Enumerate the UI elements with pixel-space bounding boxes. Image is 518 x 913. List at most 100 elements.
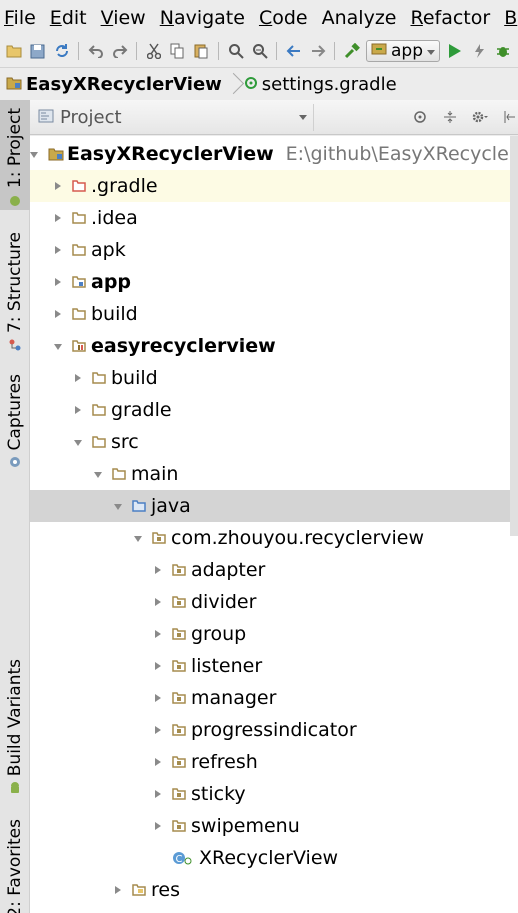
tab-project-label: 1: Project: [5, 108, 25, 189]
tree-node-idea[interactable]: .idea: [30, 202, 518, 234]
tree-node-swipemenu[interactable]: swipemenu: [30, 810, 518, 842]
project-view-icon: [38, 107, 54, 128]
tree-node-src[interactable]: src: [30, 426, 518, 458]
tree-node-gradle[interactable]: gradle: [30, 394, 518, 426]
tree-node-java[interactable]: java: [30, 490, 518, 522]
replace-icon[interactable]: [250, 42, 269, 61]
cut-icon[interactable]: [144, 42, 163, 61]
folder-icon: [92, 436, 106, 448]
package-icon: [172, 564, 186, 576]
breadcrumb-file[interactable]: settings.gradle: [244, 74, 403, 95]
chevron-down-icon[interactable]: [114, 502, 122, 510]
toolbar-separator: [218, 42, 219, 60]
menu-code[interactable]: Code: [259, 7, 308, 29]
find-icon[interactable]: [226, 42, 245, 61]
tree-node-com-zhouyou-recyclerview[interactable]: com.zhouyou.recyclerview: [30, 522, 518, 554]
chevron-right-icon[interactable]: [154, 694, 162, 702]
redo-icon[interactable]: [110, 42, 129, 61]
breadcrumb: EasyXRecyclerView settings.gradle: [0, 67, 518, 100]
tree-node-build[interactable]: build: [30, 298, 518, 330]
tree-node-app[interactable]: app: [30, 266, 518, 298]
tree-node-sticky[interactable]: sticky: [30, 778, 518, 810]
tab-favorites[interactable]: 2: Favorites: [0, 815, 30, 913]
tree-node-apk[interactable]: apk: [30, 234, 518, 266]
chevron-right-icon[interactable]: [54, 310, 62, 318]
view-mode-select[interactable]: Project: [36, 103, 314, 131]
tab-build-variants[interactable]: Build Variants: [0, 655, 30, 800]
chevron-right-icon[interactable]: [54, 182, 62, 190]
chevron-right-icon[interactable]: [74, 406, 82, 414]
chevron-down-icon[interactable]: [30, 150, 38, 158]
save-icon[interactable]: [28, 42, 47, 61]
tree-node-res[interactable]: res: [30, 874, 518, 906]
chevron-down-icon[interactable]: [74, 438, 82, 446]
menu-refactor[interactable]: Refactor: [410, 7, 490, 29]
forward-icon[interactable]: [308, 42, 327, 61]
tree-node-main[interactable]: main: [30, 458, 518, 490]
package-icon: [172, 820, 186, 832]
chevron-right-icon[interactable]: [154, 630, 162, 638]
tree-node-build[interactable]: build: [30, 362, 518, 394]
tab-structure-label: 7: Structure: [5, 232, 25, 334]
tree-node-listener[interactable]: listener: [30, 650, 518, 682]
chevron-right-icon[interactable]: [74, 374, 82, 382]
tree-node-progressindicator[interactable]: progressindicator: [30, 714, 518, 746]
build-icon[interactable]: [342, 42, 361, 61]
menu-file[interactable]: File: [4, 7, 36, 29]
chevron-right-icon[interactable]: [54, 246, 62, 254]
tab-structure[interactable]: 7: Structure: [0, 218, 30, 358]
chevron-down-icon[interactable]: [54, 342, 62, 350]
chevron-right-icon[interactable]: [154, 566, 162, 574]
tab-captures[interactable]: Captures: [0, 370, 30, 480]
run-config-label: app: [391, 41, 423, 61]
menu-navigate[interactable]: Navigate: [160, 7, 245, 29]
sync-icon[interactable]: [52, 42, 71, 61]
structure-icon: [8, 337, 22, 351]
tree-root[interactable]: EasyXRecyclerView E:\github\EasyXRecycle…: [30, 138, 518, 170]
tree-root-path: E:\github\EasyXRecyclerV: [285, 143, 518, 165]
tree-node-easyrecyclerview[interactable]: easyrecyclerview: [30, 330, 518, 362]
collapse-all-icon[interactable]: [442, 109, 458, 125]
scrollbar[interactable]: [510, 136, 518, 536]
locate-icon[interactable]: [412, 109, 428, 125]
chevron-right-icon[interactable]: [154, 598, 162, 606]
run-icon[interactable]: [445, 42, 464, 61]
menu-bar: File Edit View Navigate Code Analyze Ref…: [0, 0, 518, 35]
menu-build[interactable]: Bu: [504, 7, 518, 29]
attach-icon[interactable]: [493, 42, 512, 61]
tree-node-group[interactable]: group: [30, 618, 518, 650]
toolbar-separator: [136, 42, 137, 60]
tree-node-gradle[interactable]: .gradle: [30, 170, 518, 202]
chevron-right-icon[interactable]: [54, 214, 62, 222]
tree-node-xrecyclerview[interactable]: C XRecyclerView: [30, 842, 518, 874]
tree-node-divider[interactable]: divider: [30, 586, 518, 618]
tab-project[interactable]: 1: Project: [0, 100, 30, 210]
chevron-right-icon[interactable]: [154, 758, 162, 766]
chevron-down-icon[interactable]: [94, 470, 102, 478]
chevron-right-icon[interactable]: [154, 822, 162, 830]
open-icon[interactable]: [4, 42, 23, 61]
back-icon[interactable]: [284, 42, 303, 61]
chevron-right-icon[interactable]: [54, 278, 62, 286]
menu-analyze[interactable]: Analyze: [322, 7, 397, 29]
paste-icon[interactable]: [192, 42, 211, 61]
chevron-down-icon[interactable]: [134, 534, 142, 542]
folder-icon: [72, 244, 86, 256]
menu-edit[interactable]: Edit: [50, 7, 87, 29]
menu-view[interactable]: View: [101, 7, 146, 29]
breadcrumb-project[interactable]: EasyXRecyclerView: [6, 74, 228, 95]
debug-icon[interactable]: [469, 42, 488, 61]
hide-panel-icon[interactable]: [502, 109, 518, 125]
chevron-right-icon[interactable]: [154, 726, 162, 734]
tree-node-adapter[interactable]: adapter: [30, 554, 518, 586]
chevron-right-icon[interactable]: [154, 662, 162, 670]
copy-icon[interactable]: [168, 42, 187, 61]
tree-node-refresh[interactable]: refresh: [30, 746, 518, 778]
run-config-dropdown[interactable]: app: [366, 40, 440, 62]
gear-icon[interactable]: [472, 109, 488, 125]
chevron-right-icon[interactable]: [154, 790, 162, 798]
undo-icon[interactable]: [86, 42, 105, 61]
tree-node-manager[interactable]: manager: [30, 682, 518, 714]
chevron-right-icon[interactable]: [114, 886, 122, 894]
run-config-icon: [371, 41, 387, 61]
